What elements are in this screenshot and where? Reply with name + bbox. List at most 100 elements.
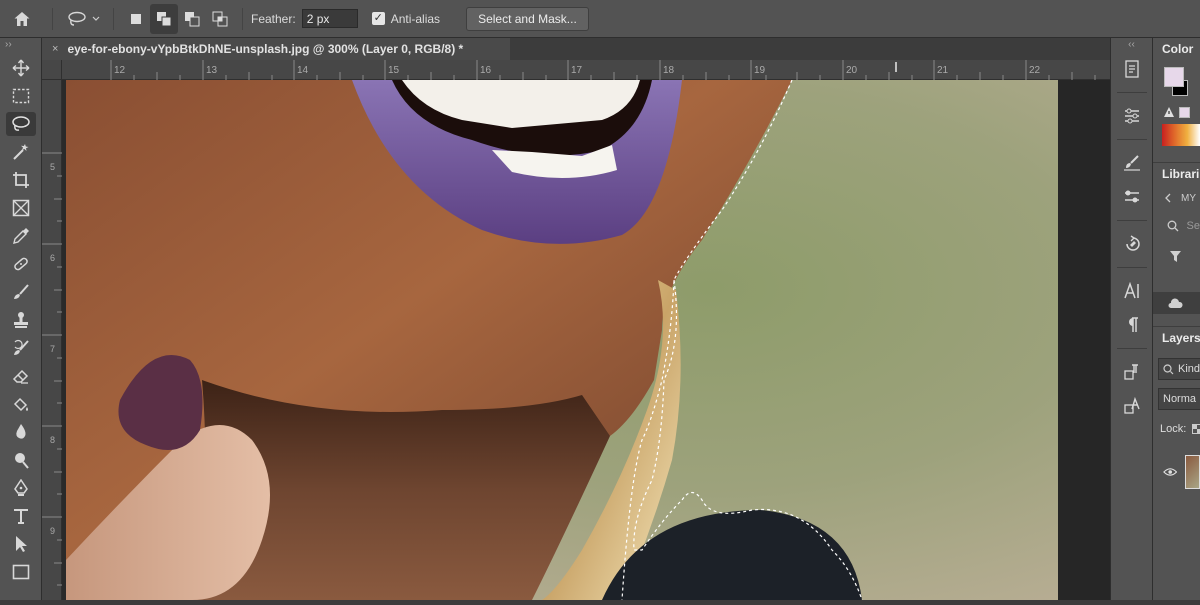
lasso-tool[interactable] — [0, 110, 42, 138]
ruler-tick-label: 8 — [50, 435, 56, 445]
rectangle-tool[interactable] — [0, 558, 42, 586]
ruler-tick-label: 5 — [50, 162, 56, 172]
frame-icon — [12, 199, 30, 217]
layer-kind-filter[interactable]: Kind — [1158, 358, 1200, 380]
paragraph-styles-button[interactable] — [1111, 355, 1153, 389]
magic-wand-tool[interactable] — [0, 138, 42, 166]
frame-tool[interactable] — [0, 194, 42, 222]
stamp-icon — [14, 312, 28, 328]
blend-mode-select[interactable]: Norma — [1158, 388, 1200, 410]
paragraph-panel-button[interactable] — [1111, 308, 1153, 342]
character-icon — [1124, 282, 1139, 299]
search-icon — [1163, 363, 1174, 374]
adjustments-panel-button[interactable] — [1111, 99, 1153, 133]
eye-visibility-icon[interactable] — [1163, 467, 1178, 477]
anti-alias-checkbox[interactable] — [371, 12, 385, 25]
lock-transparent-icon[interactable] — [1192, 424, 1200, 434]
arrow-cursor-icon — [16, 536, 27, 552]
document-title: eye-for-ebony-vYpbBtkDhNE-unsplash.jpg @… — [67, 42, 464, 56]
close-tab-icon[interactable]: × — [52, 43, 58, 55]
home-button[interactable] — [0, 4, 44, 34]
eraser-tool[interactable] — [0, 362, 42, 390]
subtract-selection-button[interactable] — [178, 4, 206, 34]
paragraph-icon — [1129, 317, 1138, 332]
ruler-tick-label: 17 — [571, 65, 583, 76]
character-styles-button[interactable] — [1111, 389, 1153, 423]
healing-brush-tool[interactable] — [0, 250, 42, 278]
libraries-group-label: MY — [1181, 192, 1196, 204]
search-icon — [1167, 220, 1179, 232]
document-canvas[interactable] — [62, 80, 1110, 600]
select-and-mask-button[interactable]: Select and Mask... — [466, 6, 589, 31]
new-selection-button[interactable] — [122, 4, 150, 34]
divider — [52, 7, 53, 30]
right-panels: Color Librari MY Se Layers Kind Norma Lo… — [1152, 38, 1200, 600]
divider — [1116, 92, 1147, 93]
divider — [1116, 139, 1147, 140]
foreground-color-swatch[interactable] — [1164, 67, 1184, 87]
color-spectrum-bar[interactable] — [1162, 124, 1200, 146]
libraries-panel-title[interactable]: Librari — [1153, 162, 1200, 184]
brush-settings-icon — [1124, 155, 1140, 171]
horizontal-ruler[interactable]: 12 13 14 15 16 17 18 19 20 21 22 — [62, 60, 1110, 80]
history-icon — [1125, 60, 1139, 78]
intersect-selection-icon — [212, 11, 228, 26]
character-styles-icon — [1124, 397, 1140, 414]
move-icon — [12, 59, 30, 77]
ruler-ticks — [110, 60, 1096, 80]
ruler-tick-label: 18 — [663, 65, 675, 76]
ruler-origin[interactable] — [42, 60, 62, 80]
filter-icon — [1170, 250, 1181, 262]
collapse-panels-icon[interactable]: ‹‹ — [1111, 38, 1152, 52]
marquee-tool[interactable] — [0, 82, 42, 110]
kind-label: Kind — [1178, 363, 1200, 375]
history-panel-button[interactable] — [1111, 52, 1153, 86]
document-tab-bar: × eye-for-ebony-vYpbBtkDhNE-unsplash.jpg… — [42, 38, 1110, 60]
libraries-filter[interactable] — [1153, 240, 1200, 272]
crop-tool[interactable] — [0, 166, 42, 194]
gamut-swatch[interactable] — [1179, 106, 1190, 118]
vertical-ruler[interactable]: 5 6 7 8 9 — [42, 80, 62, 600]
libraries-search[interactable]: Se — [1153, 212, 1200, 240]
history-brush-tool[interactable] — [0, 334, 42, 362]
lock-label: Lock: — [1160, 423, 1187, 435]
layers-panel-title[interactable]: Layers — [1153, 326, 1200, 348]
ruler-tick-label: 19 — [754, 65, 766, 76]
libraries-group[interactable]: MY — [1153, 184, 1200, 212]
add-selection-icon — [157, 11, 172, 26]
brush-icon — [14, 284, 29, 299]
path-selection-tool[interactable] — [0, 530, 42, 558]
feather-input[interactable] — [301, 9, 358, 28]
document-tab[interactable]: × eye-for-ebony-vYpbBtkDhNE-unsplash.jpg… — [42, 38, 510, 60]
lock-row: Lock: — [1153, 418, 1200, 440]
out-of-gamut-row — [1153, 100, 1200, 124]
anti-alias-label: Anti-alias — [390, 11, 441, 26]
brushes-panel-button[interactable] — [1111, 180, 1153, 214]
clone-stamp-tool[interactable] — [0, 306, 42, 334]
search-placeholder: Se — [1186, 220, 1200, 232]
intersect-selection-button[interactable] — [206, 4, 234, 34]
options-bar: Feather: Anti-alias Select and Mask... — [0, 0, 1200, 38]
collapse-toolbar-icon[interactable]: ›› — [0, 38, 41, 54]
character-panel-button[interactable] — [1111, 274, 1153, 308]
tool-preset-picker[interactable] — [61, 4, 105, 34]
photo-canvas[interactable] — [62, 80, 1110, 600]
color-panel-title[interactable]: Color — [1153, 38, 1200, 60]
type-tool[interactable] — [0, 502, 42, 530]
paint-bucket-tool[interactable] — [0, 390, 42, 418]
sliders-icon — [1125, 108, 1139, 124]
blur-tool[interactable] — [0, 418, 42, 446]
clone-source-button[interactable] — [1111, 227, 1153, 261]
brush-settings-button[interactable] — [1111, 146, 1153, 180]
brush-presets-icon — [1125, 190, 1139, 203]
eyedropper-tool[interactable] — [0, 222, 42, 250]
brush-tool[interactable] — [0, 278, 42, 306]
dodge-tool[interactable] — [0, 446, 42, 474]
color-swatches — [1153, 60, 1200, 100]
history-brush-icon — [14, 339, 29, 355]
layer-row[interactable] — [1153, 450, 1200, 494]
cloud-status[interactable] — [1153, 292, 1200, 314]
pen-tool[interactable] — [0, 474, 42, 502]
move-tool[interactable] — [0, 54, 42, 82]
add-to-selection-button[interactable] — [150, 3, 178, 34]
